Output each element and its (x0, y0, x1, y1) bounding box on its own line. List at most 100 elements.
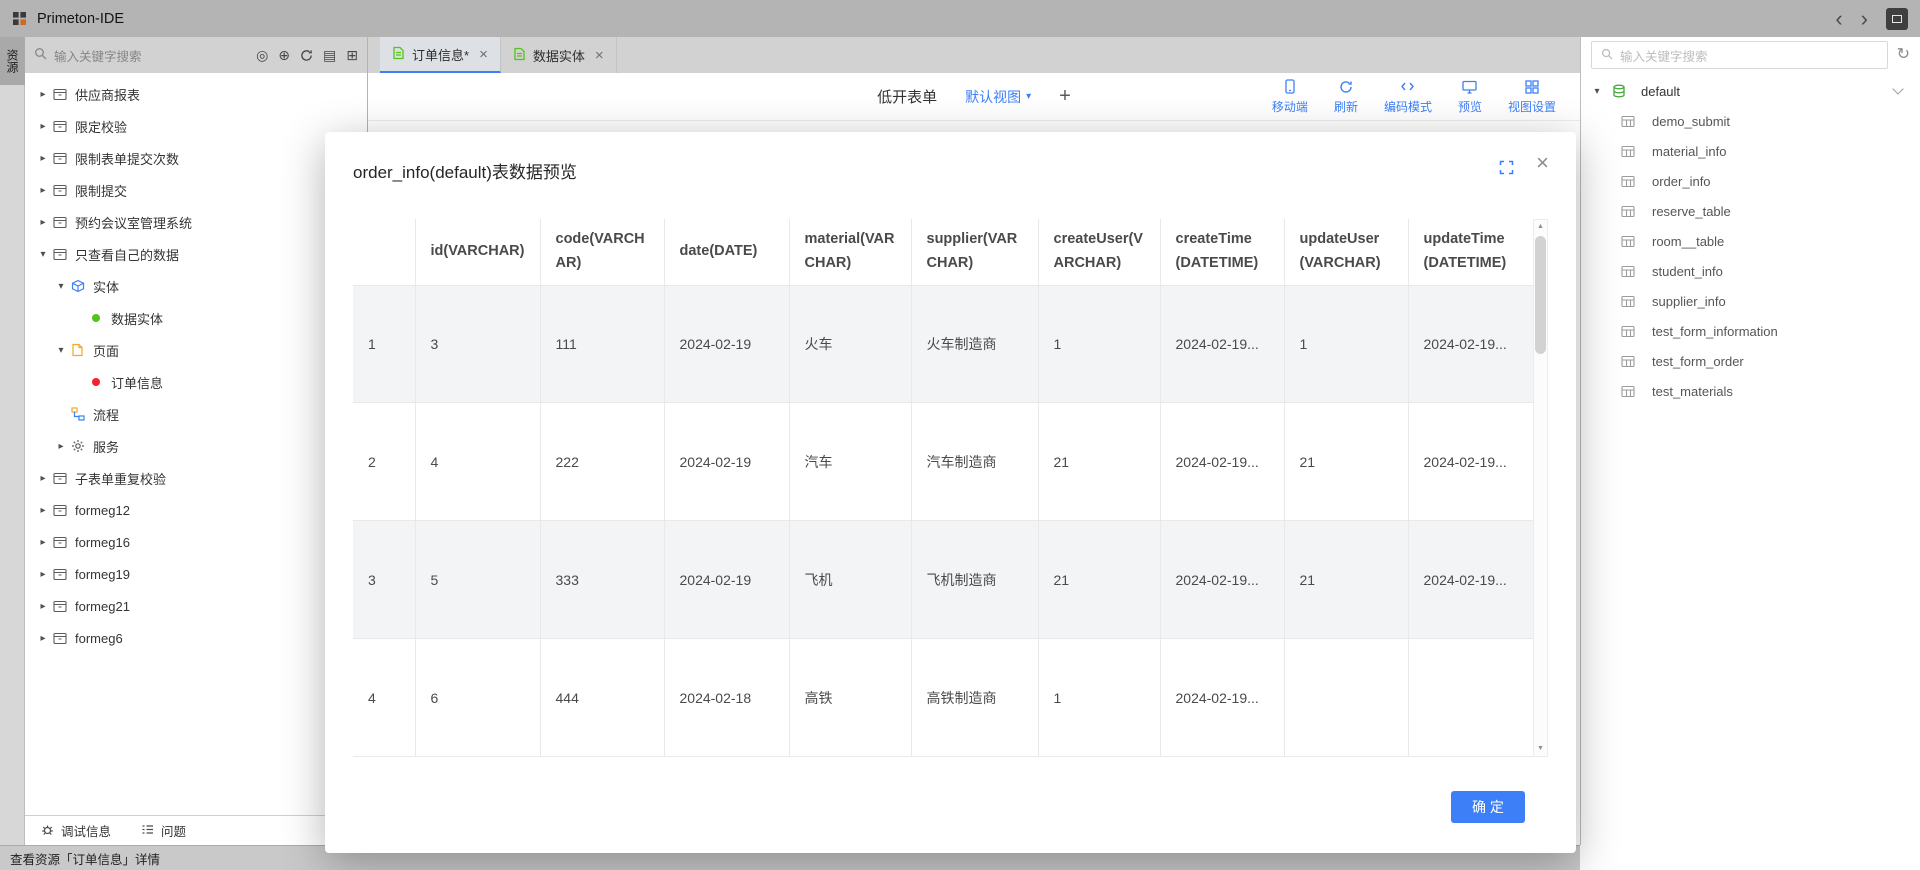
db-root-label: default (1641, 84, 1680, 99)
action-刷新[interactable]: 刷新 (1334, 79, 1358, 115)
db-table-label: student_info (1652, 264, 1723, 279)
ok-button[interactable]: 确 定 (1451, 791, 1525, 823)
db-table-item[interactable]: test_materials (1581, 376, 1920, 406)
nav-forward-icon[interactable]: › (1861, 9, 1868, 29)
action-label: 编码模式 (1384, 98, 1432, 115)
editor-tab[interactable]: 数据实体× (501, 37, 617, 73)
caret-down-icon[interactable]: ▾ (35, 249, 51, 260)
caret-right-icon[interactable]: ▸ (35, 89, 51, 100)
column-header: createUser(VARCHAR) (1038, 219, 1160, 285)
column-header: material(VARCHAR) (789, 219, 911, 285)
fullscreen-icon[interactable] (1499, 160, 1514, 180)
tree-item[interactable]: ▸预约会议室管理系统 (25, 206, 367, 238)
caret-right-icon[interactable]: ▸ (53, 441, 69, 452)
caret-down-icon[interactable]: ▾ (53, 281, 69, 292)
tree-item[interactable]: ▸限定校验 (25, 110, 367, 142)
page-icon (69, 342, 86, 358)
add-view-button[interactable]: + (1059, 85, 1071, 108)
db-table-item[interactable]: supplier_info (1581, 286, 1920, 316)
right-panel-footer (1580, 845, 1920, 870)
tree-item[interactable]: ▸ 服务 (25, 430, 367, 462)
tree-item[interactable]: ▸formeg16 (25, 526, 367, 558)
db-table-item[interactable]: student_info (1581, 256, 1920, 286)
locate-icon[interactable]: ◎ (256, 47, 268, 63)
activity-tab-resources[interactable]: 资源 (0, 37, 25, 85)
refresh-icon[interactable]: ↻ (1897, 47, 1910, 63)
close-icon[interactable]: × (595, 47, 604, 64)
caret-right-icon[interactable]: ▸ (35, 569, 51, 580)
collapse-chevron-icon[interactable] (1892, 83, 1903, 94)
tree-item-label: formeg6 (75, 631, 123, 646)
bottom-tab[interactable]: 问题 (141, 821, 186, 840)
scroll-up-icon[interactable]: ▲ (1534, 220, 1547, 234)
db-table-item[interactable]: reserve_table (1581, 196, 1920, 226)
file-icon (392, 46, 405, 63)
action-预览[interactable]: 预览 (1458, 79, 1482, 115)
caret-right-icon[interactable]: ▸ (35, 121, 51, 132)
refresh-icon[interactable] (300, 49, 313, 62)
tree-item-label: 服务 (93, 437, 119, 456)
tree-item[interactable]: ▸ formeg12 (25, 494, 367, 526)
caret-right-icon[interactable]: ▸ (35, 473, 51, 484)
data-preview-table: id(VARCHAR)code(VARCHAR)date(DATE)materi… (353, 219, 1533, 757)
db-table-item[interactable]: test_form_order (1581, 346, 1920, 376)
caret-right-icon[interactable]: ▸ (35, 217, 51, 228)
scrollbar-thumb[interactable] (1535, 236, 1546, 354)
form-type-label: 低开表单 (877, 86, 937, 107)
window-layout-icon[interactable] (1886, 8, 1908, 30)
scrollbar-track[interactable] (1534, 234, 1547, 742)
tree-item[interactable]: ▸子表单重复校验 (25, 462, 367, 494)
caret-right-icon[interactable]: ▸ (35, 153, 51, 164)
editor-tab[interactable]: 订单信息*× (380, 37, 501, 73)
close-icon[interactable]: × (479, 46, 488, 63)
tree-item[interactable]: 流程 (25, 398, 367, 430)
caret-right-icon[interactable]: ▸ (35, 633, 51, 644)
table-cell: 高铁 (789, 639, 911, 757)
title-bar: Primeton-IDE ‹ › (0, 0, 1920, 37)
tree-item[interactable]: 数据实体 (25, 302, 367, 334)
caret-right-icon[interactable]: ▸ (35, 505, 51, 516)
table-icon (1619, 113, 1636, 129)
tree-item[interactable]: ▸限制提交 (25, 174, 367, 206)
table-cell: 21 (1284, 521, 1408, 639)
tree-item[interactable]: ▸formeg19 (25, 558, 367, 590)
caret-right-icon[interactable]: ▸ (35, 537, 51, 548)
caret-down-icon[interactable]: ▾ (53, 345, 69, 356)
bottom-tab[interactable]: 调试信息 (41, 821, 111, 840)
nav-back-icon[interactable]: ‹ (1835, 9, 1842, 29)
scroll-down-icon[interactable]: ▼ (1534, 742, 1547, 756)
tree-item[interactable]: ▸供应商报表 (25, 78, 367, 110)
db-search-input[interactable]: 输入关键字搜索 (1591, 41, 1888, 69)
action-编码模式[interactable]: 编码模式 (1384, 79, 1432, 115)
db-table-item[interactable]: room__table (1581, 226, 1920, 256)
db-table-item[interactable]: material_info (1581, 136, 1920, 166)
action-视图设置[interactable]: 视图设置 (1508, 79, 1556, 115)
tree-item[interactable]: ▾页面 (25, 334, 367, 366)
copy-icon[interactable]: ⊞ (346, 47, 358, 63)
db-root-node[interactable]: ▾ default (1581, 76, 1920, 106)
db-table-item[interactable]: test_form_information (1581, 316, 1920, 346)
close-icon[interactable]: × (1536, 152, 1549, 174)
form-designer-header: 低开表单 默认视图 ▾ + 移动端 刷新编码模式 预览视图设置 (368, 73, 1580, 121)
caret-right-icon[interactable]: ▸ (35, 601, 51, 612)
tree-item-label: 数据实体 (111, 309, 163, 328)
tree-item[interactable]: ▾实体 (25, 270, 367, 302)
tree-item[interactable]: ▸限制表单提交次数 (25, 142, 367, 174)
caret-right-icon[interactable]: ▸ (35, 185, 51, 196)
add-icon[interactable]: ⊕ (278, 47, 290, 63)
tree-item[interactable]: ▾只查看自己的数据 (25, 238, 367, 270)
table-cell: 3 (415, 285, 540, 403)
resource-search-input[interactable]: 输入关键字搜索 (34, 46, 256, 65)
list-icon[interactable]: ▤ (323, 47, 336, 63)
tree-item[interactable]: 订单信息 (25, 366, 367, 398)
tree-item-label: formeg12 (75, 503, 130, 518)
view-selector[interactable]: 默认视图 ▾ (965, 87, 1031, 107)
tree-item[interactable]: ▸ formeg6 (25, 622, 367, 654)
view-settings-icon (1525, 79, 1539, 95)
tree-item[interactable]: ▸formeg21 (25, 590, 367, 622)
db-table-item[interactable]: demo_submit (1581, 106, 1920, 136)
action-移动端[interactable]: 移动端 (1272, 79, 1308, 115)
db-table-item[interactable]: order_info (1581, 166, 1920, 196)
table-scrollbar[interactable]: ▲ ▼ (1533, 219, 1548, 757)
action-label: 移动端 (1272, 98, 1308, 115)
